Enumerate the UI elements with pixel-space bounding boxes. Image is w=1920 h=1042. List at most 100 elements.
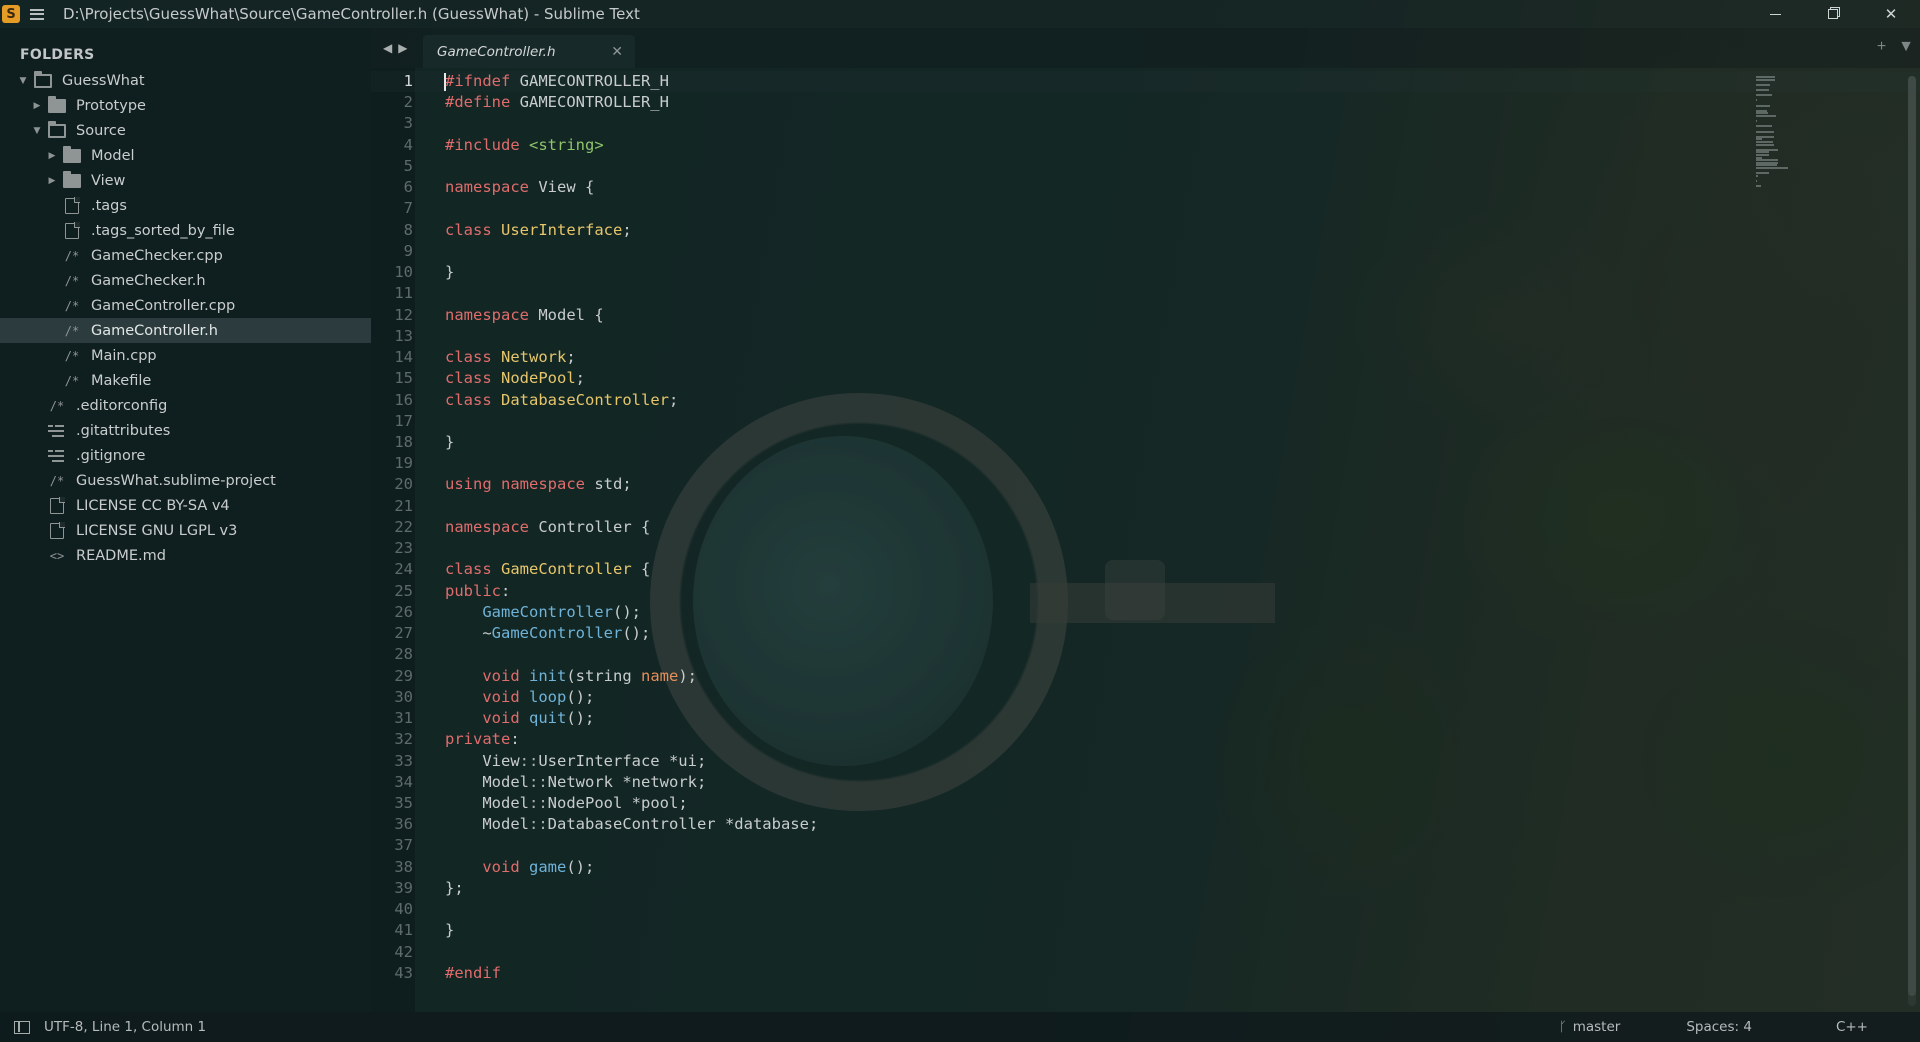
code-line[interactable]: #include <string>: [445, 135, 818, 156]
hamburger-menu-icon[interactable]: [30, 8, 44, 20]
code-line[interactable]: #define GAMECONTROLLER_H: [445, 92, 818, 113]
forward-arrow-icon[interactable]: ▶: [398, 41, 407, 55]
line-number[interactable]: 15: [371, 368, 413, 389]
code-line[interactable]: GameController();: [445, 602, 818, 623]
code-line[interactable]: }: [445, 262, 818, 283]
minimize-button[interactable]: [1746, 0, 1804, 28]
code-line[interactable]: class UserInterface;: [445, 220, 818, 241]
code-line[interactable]: class GameController {: [445, 559, 818, 580]
code-line[interactable]: public:: [445, 581, 818, 602]
tree-item[interactable]: ▼ GuessWhat: [0, 68, 371, 93]
line-number[interactable]: 30: [371, 687, 413, 708]
code-line[interactable]: [445, 453, 818, 474]
line-number[interactable]: 22: [371, 517, 413, 538]
line-number[interactable]: 43: [371, 963, 413, 984]
code-line[interactable]: };: [445, 878, 818, 899]
tree-item[interactable]: ▼ Source: [0, 118, 371, 143]
code-line[interactable]: [445, 283, 818, 304]
close-window-button[interactable]: ✕: [1862, 0, 1920, 28]
line-number[interactable]: 34: [371, 772, 413, 793]
code-line[interactable]: Model::NodePool *pool;: [445, 793, 818, 814]
line-number[interactable]: 38: [371, 857, 413, 878]
line-number[interactable]: 10: [371, 262, 413, 283]
tree-item[interactable]: .tags: [0, 193, 371, 218]
line-number[interactable]: 26: [371, 602, 413, 623]
code-line[interactable]: [445, 899, 818, 920]
line-number[interactable]: 29: [371, 666, 413, 687]
code-line[interactable]: }: [445, 432, 818, 453]
code-line[interactable]: using namespace std;: [445, 474, 818, 495]
tree-item[interactable]: LICENSE CC BY-SA v4: [0, 493, 371, 518]
expanded-arrow-icon[interactable]: ▼: [18, 76, 28, 86]
line-number[interactable]: 25: [371, 581, 413, 602]
tree-item[interactable]: /* Makefile: [0, 368, 371, 393]
code-line[interactable]: [445, 326, 818, 347]
line-number-gutter[interactable]: 1 2 3 4 5 6 7 8 9 10 11 12 13 14 15 16 17 18 19 20 21 22 23 24 2…: [371, 71, 413, 984]
line-number[interactable]: 7: [371, 198, 413, 219]
code-line[interactable]: [445, 538, 818, 559]
code-line[interactable]: [445, 156, 818, 177]
tree-item[interactable]: /* GuessWhat.sublime-project: [0, 468, 371, 493]
tree-item[interactable]: ▶ Prototype: [0, 93, 371, 118]
code-line[interactable]: void loop();: [445, 687, 818, 708]
line-number[interactable]: 27: [371, 623, 413, 644]
line-number[interactable]: 1: [371, 71, 413, 92]
tab-gamecontroller-h[interactable]: GameController.h ✕: [423, 35, 635, 68]
line-number[interactable]: 24: [371, 559, 413, 580]
minimap[interactable]: [1748, 68, 1908, 188]
tree-item[interactable]: <> README.md: [0, 543, 371, 568]
code-line[interactable]: namespace Controller {: [445, 517, 818, 538]
code-line[interactable]: Model::DatabaseController *database;: [445, 814, 818, 835]
collapsed-arrow-icon[interactable]: ▶: [47, 176, 57, 186]
line-number[interactable]: 28: [371, 644, 413, 665]
code-line[interactable]: namespace Model {: [445, 305, 818, 326]
line-number[interactable]: 2: [371, 92, 413, 113]
tree-item[interactable]: /* GameController.h: [0, 318, 371, 343]
git-branch[interactable]: ᚴ master: [1559, 1019, 1620, 1035]
line-number[interactable]: 36: [371, 814, 413, 835]
status-position[interactable]: UTF-8, Line 1, Column 1: [44, 1019, 206, 1035]
line-number[interactable]: 35: [371, 793, 413, 814]
tree-item[interactable]: /* GameController.cpp: [0, 293, 371, 318]
line-number[interactable]: 9: [371, 241, 413, 262]
line-number[interactable]: 33: [371, 751, 413, 772]
line-number[interactable]: 37: [371, 835, 413, 856]
scrollbar-thumb[interactable]: [1908, 76, 1916, 996]
tree-item[interactable]: /* GameChecker.cpp: [0, 243, 371, 268]
code-line[interactable]: [445, 496, 818, 517]
code-line[interactable]: [445, 241, 818, 262]
line-number[interactable]: 12: [371, 305, 413, 326]
code-line[interactable]: [445, 411, 818, 432]
line-number[interactable]: 42: [371, 942, 413, 963]
line-number[interactable]: 11: [371, 283, 413, 304]
code-line[interactable]: [445, 198, 818, 219]
tree-item[interactable]: /* Main.cpp: [0, 343, 371, 368]
code-line[interactable]: Model::Network *network;: [445, 772, 818, 793]
code-line[interactable]: View::UserInterface *ui;: [445, 751, 818, 772]
code-line[interactable]: [445, 942, 818, 963]
line-number[interactable]: 23: [371, 538, 413, 559]
code-text[interactable]: #ifndef GAMECONTROLLER_H #define GAMECONT…: [445, 71, 818, 984]
code-line[interactable]: namespace View {: [445, 177, 818, 198]
line-number[interactable]: 18: [371, 432, 413, 453]
code-line[interactable]: #ifndef GAMECONTROLLER_H: [445, 71, 818, 92]
close-tab-icon[interactable]: ✕: [611, 43, 623, 60]
line-number[interactable]: 13: [371, 326, 413, 347]
tree-item[interactable]: .gitignore: [0, 443, 371, 468]
line-number[interactable]: 20: [371, 474, 413, 495]
code-line[interactable]: class DatabaseController;: [445, 390, 818, 411]
collapsed-arrow-icon[interactable]: ▶: [47, 151, 57, 161]
code-line[interactable]: private:: [445, 729, 818, 750]
indentation-setting[interactable]: Spaces: 4: [1686, 1019, 1752, 1035]
line-number[interactable]: 31: [371, 708, 413, 729]
tab-menu-icon[interactable]: ▼: [1898, 38, 1914, 56]
syntax-setting[interactable]: C++: [1836, 1019, 1868, 1035]
tree-item[interactable]: LICENSE GNU LGPL v3: [0, 518, 371, 543]
line-number[interactable]: 19: [371, 453, 413, 474]
expanded-arrow-icon[interactable]: ▼: [32, 126, 42, 136]
tree-item[interactable]: ▶ Model: [0, 143, 371, 168]
line-number[interactable]: 21: [371, 496, 413, 517]
code-line[interactable]: ~GameController();: [445, 623, 818, 644]
back-arrow-icon[interactable]: ◀: [383, 41, 392, 55]
code-line[interactable]: [445, 644, 818, 665]
